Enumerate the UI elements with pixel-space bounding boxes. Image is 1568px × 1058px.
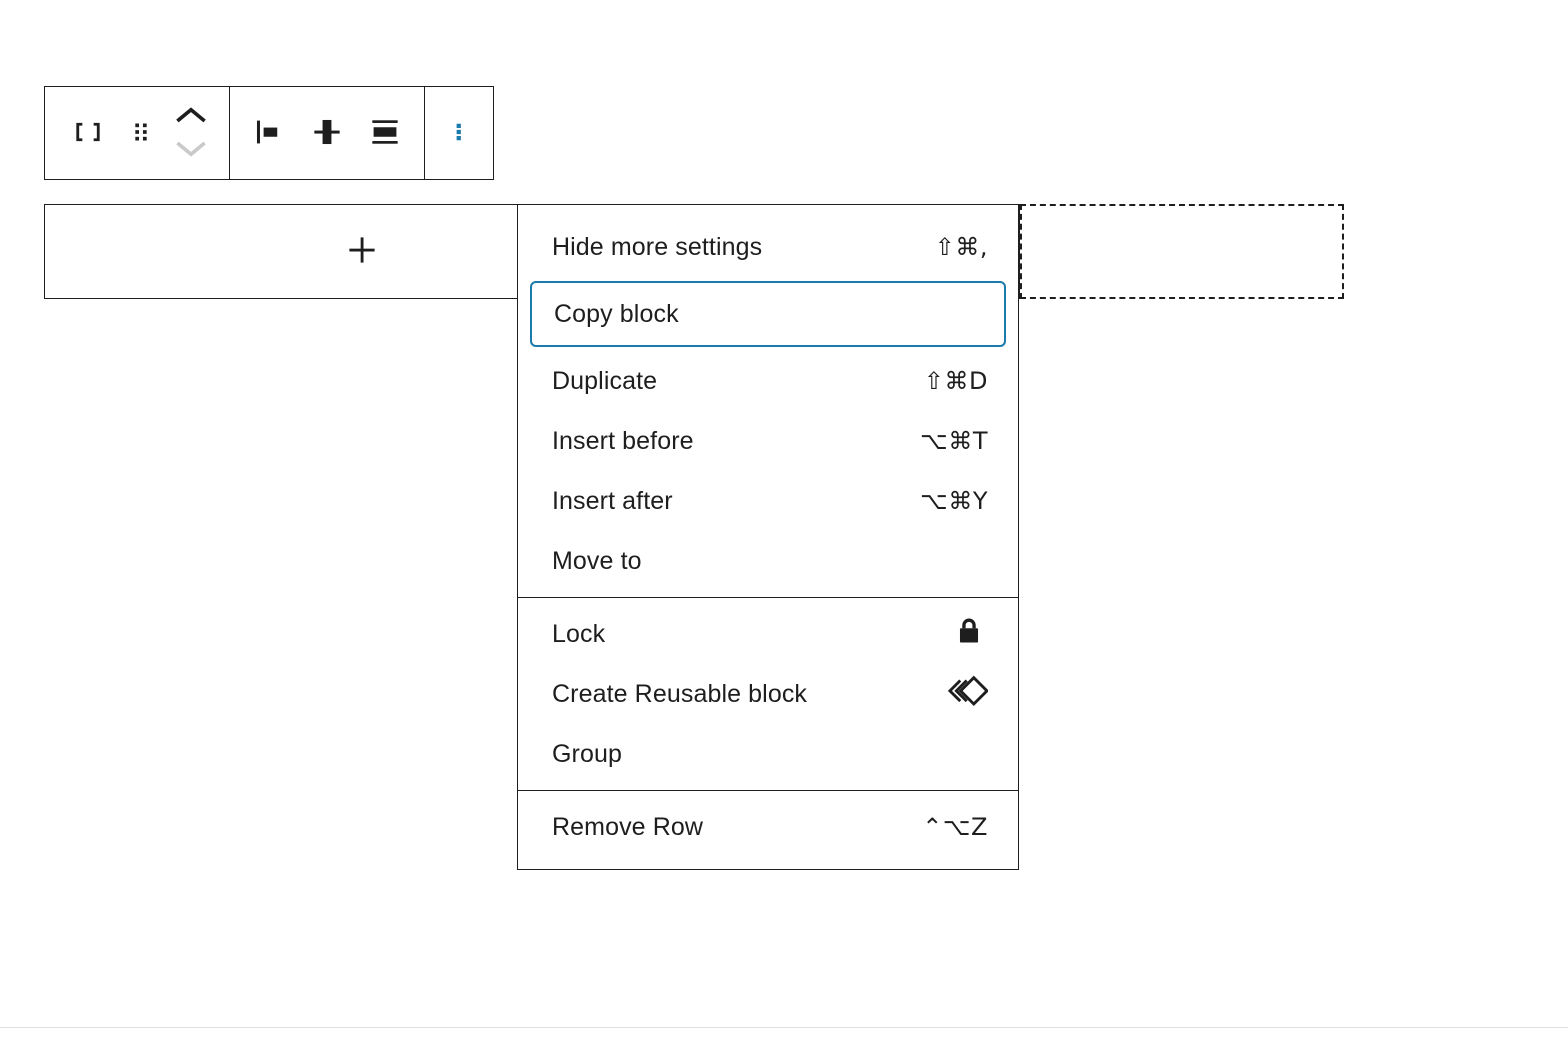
move-up-button[interactable] <box>168 100 214 132</box>
menu-item-label: Copy block <box>554 302 679 327</box>
chevron-down-icon <box>174 137 208 164</box>
chevron-up-icon <box>174 103 208 130</box>
menu-item-label: Group <box>552 742 622 767</box>
menu-item-insert-after[interactable]: Insert after ⌥⌘Y <box>518 471 1018 531</box>
toolbar-group-block-controls <box>45 87 230 179</box>
menu-item-duplicate[interactable]: Duplicate ⇧⌘D <box>518 351 1018 411</box>
menu-group-3: Remove Row ⌃⌥Z <box>518 791 1018 863</box>
menu-item-label: Remove Row <box>552 815 703 840</box>
lock-icon <box>950 612 988 657</box>
menu-item-insert-before[interactable]: Insert before ⌥⌘T <box>518 411 1018 471</box>
menu-item-hide-more-settings[interactable]: Hide more settings ⇧⌘, <box>518 217 1018 277</box>
menu-item-create-reusable-block[interactable]: Create Reusable block <box>518 664 1018 724</box>
menu-group-1: Hide more settings ⇧⌘, Copy block Duplic… <box>518 211 1018 598</box>
menu-item-copy-block[interactable]: Copy block <box>530 281 1006 347</box>
toolbar-group-more-options <box>425 87 493 179</box>
menu-item-move-to[interactable]: Move to <box>518 531 1018 591</box>
menu-item-shortcut: ⌥⌘T <box>920 427 988 455</box>
menu-item-shortcut: ⌥⌘Y <box>920 487 988 515</box>
block-movers <box>165 88 217 179</box>
reusable-block-icon <box>944 669 988 720</box>
more-vertical-icon <box>444 117 474 150</box>
menu-item-label: Hide more settings <box>552 235 762 260</box>
justify-left-button[interactable] <box>240 88 298 179</box>
align-center-button[interactable] <box>298 88 356 179</box>
page-bottom-divider <box>0 1027 1568 1028</box>
menu-item-shortcut: ⇧⌘, <box>935 233 988 261</box>
menu-item-shortcut: ⇧⌘D <box>924 367 988 395</box>
block-toolbar <box>44 86 494 180</box>
plus-icon <box>344 232 380 271</box>
menu-item-label: Insert after <box>552 489 673 514</box>
menu-item-label: Create Reusable block <box>552 682 807 707</box>
menu-item-label: Insert before <box>552 429 694 454</box>
menu-item-shortcut: ⌃⌥Z <box>922 813 988 841</box>
menu-item-label: Move to <box>552 549 642 574</box>
toolbar-group-alignment <box>230 87 425 179</box>
move-down-button[interactable] <box>168 134 214 166</box>
editor-canvas: Hide more settings ⇧⌘, Copy block Duplic… <box>0 0 1568 1058</box>
align-stretch-button[interactable] <box>356 88 414 179</box>
row-block-icon <box>68 112 108 155</box>
block-appender-button[interactable] <box>339 229 385 275</box>
stretch-icon <box>366 113 404 154</box>
menu-group-2: Lock Create Reusable block <box>518 598 1018 791</box>
menu-item-label: Lock <box>552 622 605 647</box>
menu-item-remove-row[interactable]: Remove Row ⌃⌥Z <box>518 797 1018 857</box>
block-options-menu: Hide more settings ⇧⌘, Copy block Duplic… <box>517 204 1019 870</box>
drag-handle-button[interactable] <box>117 88 165 179</box>
align-left-icon <box>250 113 288 154</box>
block-type-row-button[interactable] <box>59 88 117 179</box>
vertical-align-center-icon <box>308 113 346 154</box>
menu-item-group[interactable]: Group <box>518 724 1018 784</box>
drag-handle-icon <box>124 115 158 152</box>
menu-item-lock[interactable]: Lock <box>518 604 1018 664</box>
menu-item-label: Duplicate <box>552 369 657 394</box>
options-menu-button[interactable] <box>435 88 483 179</box>
block-drop-zone[interactable] <box>1020 204 1344 299</box>
